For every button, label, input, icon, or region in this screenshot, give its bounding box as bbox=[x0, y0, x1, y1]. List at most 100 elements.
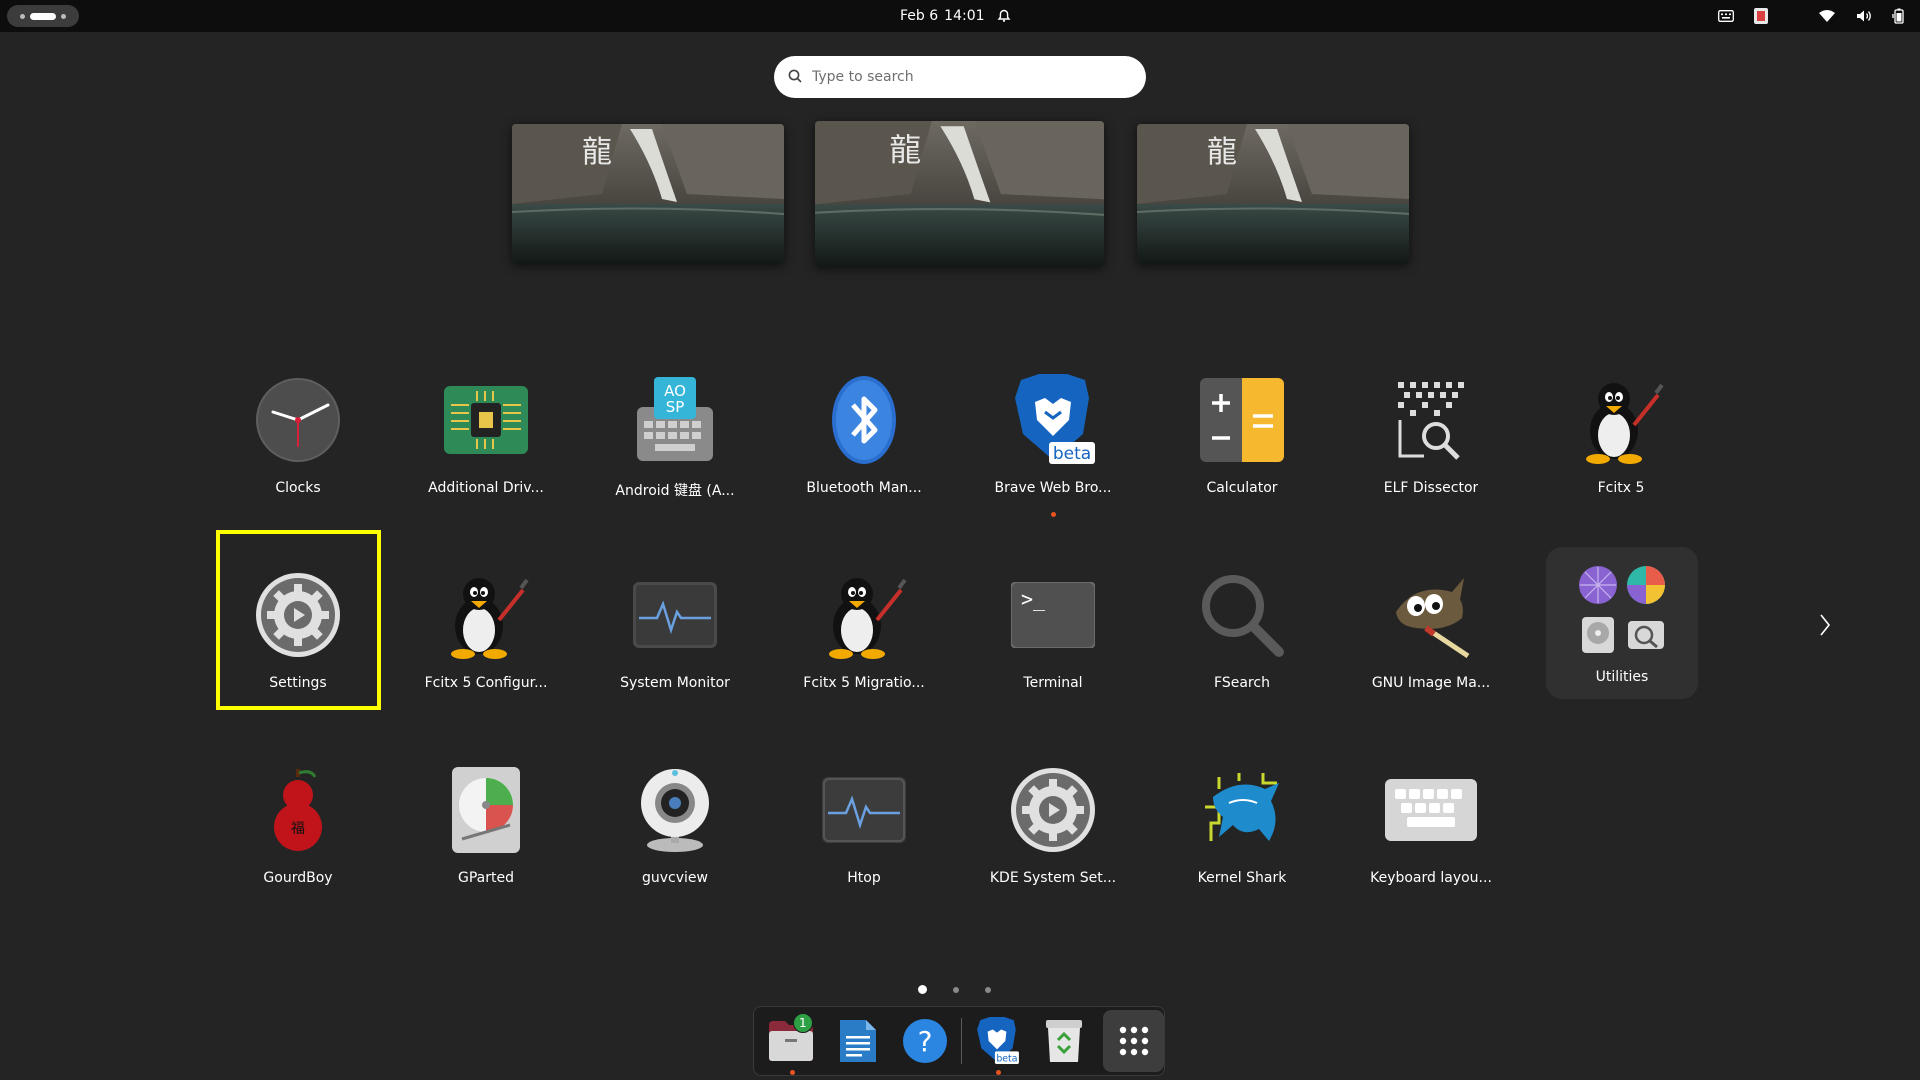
app-gimp[interactable]: GNU Image Ma... bbox=[1356, 557, 1506, 717]
app-settings[interactable]: Settings bbox=[223, 557, 373, 717]
app-kernel-shark[interactable]: Kernel Shark bbox=[1167, 752, 1317, 912]
tux-icon bbox=[816, 567, 912, 663]
page-dot-2[interactable] bbox=[953, 986, 959, 993]
battery-icon[interactable] bbox=[1892, 8, 1906, 24]
app-guvcview[interactable]: guvcview bbox=[600, 752, 750, 912]
running-indicator bbox=[1051, 512, 1056, 517]
app-gparted[interactable]: GParted bbox=[411, 752, 561, 912]
gimp-icon bbox=[1383, 567, 1479, 663]
gourd-icon: 福 bbox=[250, 762, 346, 858]
app-label: Calculator bbox=[1206, 480, 1278, 496]
running-indicator bbox=[790, 1070, 795, 1075]
dock-item-trash[interactable] bbox=[1036, 1011, 1091, 1071]
app-keyboard-layout[interactable]: Keyboard layou... bbox=[1356, 752, 1506, 912]
app-fcitx5-configuration[interactable]: Fcitx 5 Configur... bbox=[411, 557, 561, 717]
tux-icon bbox=[438, 567, 534, 663]
app-fcitx5[interactable]: Fcitx 5 bbox=[1546, 362, 1696, 522]
document-icon bbox=[840, 1020, 877, 1062]
app-grid-icon bbox=[1119, 1026, 1148, 1056]
activities-button[interactable] bbox=[7, 5, 79, 27]
dock-item-files[interactable]: 1 bbox=[764, 1011, 819, 1075]
workspace-thumbnail-1[interactable]: 龍 bbox=[512, 124, 784, 264]
date-label: Feb 6 bbox=[900, 8, 939, 24]
bluetooth-icon bbox=[816, 372, 912, 468]
wifi-icon[interactable] bbox=[1818, 9, 1836, 23]
app-label: Android 键盘 (A... bbox=[615, 483, 735, 499]
app-label: Brave Web Bro... bbox=[994, 480, 1112, 496]
app-label: Fcitx 5 bbox=[1597, 480, 1645, 496]
next-page-arrow[interactable] bbox=[1815, 605, 1835, 645]
aosp-keyboard-icon: AO SP bbox=[627, 372, 723, 468]
app-fcitx5-migration[interactable]: Fcitx 5 Migratio... bbox=[789, 557, 939, 717]
system-tray[interactable] bbox=[1718, 0, 1906, 32]
folder-label: Utilities bbox=[1595, 669, 1649, 685]
page-indicator bbox=[918, 985, 991, 994]
app-android-keyboard[interactable]: AO SP Android 键盘 (A... bbox=[600, 362, 750, 522]
dock-item-brave-beta[interactable]: beta bbox=[970, 1011, 1025, 1075]
date-time-menu[interactable]: Feb 6 14:01 bbox=[900, 0, 1011, 32]
app-label: Fcitx 5 Migratio... bbox=[803, 675, 925, 691]
app-calculator[interactable]: Calculator bbox=[1167, 362, 1317, 522]
app-label: GNU Image Ma... bbox=[1371, 675, 1491, 691]
brave-beta-icon: beta bbox=[977, 1017, 1019, 1064]
app-label: Clocks bbox=[275, 480, 321, 496]
svg-text:beta: beta bbox=[1053, 444, 1091, 464]
webcam-icon bbox=[627, 762, 723, 858]
search-input[interactable] bbox=[812, 69, 1112, 85]
app-label: Terminal bbox=[1023, 675, 1083, 691]
app-label: System Monitor bbox=[620, 675, 730, 691]
app-label: GourdBoy bbox=[263, 870, 333, 886]
app-label: Htop bbox=[847, 870, 881, 886]
system-monitor-icon bbox=[627, 567, 723, 663]
disk-icon bbox=[1582, 617, 1614, 653]
trash-icon bbox=[1045, 1020, 1082, 1062]
app-clocks[interactable]: Clocks bbox=[223, 362, 373, 522]
colorful-sphere-icon bbox=[1579, 566, 1617, 604]
tux-icon bbox=[1573, 372, 1669, 468]
top-bar: Feb 6 14:01 bbox=[0, 0, 1920, 32]
app-system-monitor[interactable]: System Monitor bbox=[600, 557, 750, 717]
app-gourdboy[interactable]: 福 GourdBoy bbox=[223, 752, 373, 912]
app-fsearch[interactable]: FSearch bbox=[1167, 557, 1317, 717]
workspace-dot bbox=[20, 13, 25, 19]
app-label: Additional Driv... bbox=[428, 480, 544, 496]
svg-text:龍: 龍 bbox=[1207, 135, 1237, 170]
app-label: GParted bbox=[458, 870, 514, 886]
svg-text:SP: SP bbox=[666, 398, 685, 416]
app-terminal[interactable]: >_ Terminal bbox=[978, 557, 1128, 717]
kde-gear-icon bbox=[1005, 762, 1101, 858]
page-dot-3[interactable] bbox=[985, 986, 991, 993]
chip-icon bbox=[438, 372, 534, 468]
app-bluetooth-manager[interactable]: Bluetooth Man... bbox=[789, 362, 939, 522]
show-apps-button[interactable] bbox=[1103, 1010, 1165, 1072]
volume-icon[interactable] bbox=[1856, 9, 1872, 23]
app-elf-dissector[interactable]: ELF Dissector bbox=[1356, 362, 1506, 522]
kernelshark-icon bbox=[1194, 762, 1290, 858]
gparted-icon bbox=[438, 762, 534, 858]
app-brave-browser[interactable]: beta Brave Web Bro... bbox=[978, 362, 1128, 522]
svg-text:?: ? bbox=[918, 1025, 933, 1058]
app-kde-system-settings[interactable]: KDE System Set... bbox=[978, 752, 1128, 912]
dock-item-help[interactable]: ? bbox=[898, 1011, 953, 1071]
svg-text:>_: >_ bbox=[1021, 587, 1046, 611]
workspace-thumbnail-3[interactable]: 龍 bbox=[1137, 124, 1409, 264]
dock-item-text-editor[interactable] bbox=[831, 1011, 886, 1071]
active-workspace-pill bbox=[30, 12, 56, 20]
app-label: Settings bbox=[269, 675, 327, 691]
app-label: KDE System Set... bbox=[989, 870, 1117, 886]
app-additional-drivers[interactable]: Additional Driv... bbox=[411, 362, 561, 522]
app-label: ELF Dissector bbox=[1383, 480, 1479, 496]
svg-text:福: 福 bbox=[291, 821, 305, 837]
search-bar[interactable] bbox=[774, 56, 1146, 98]
app-htop[interactable]: Htop bbox=[789, 752, 939, 912]
app-label: Bluetooth Man... bbox=[806, 480, 922, 496]
brave-beta-icon: beta bbox=[1005, 372, 1101, 468]
folder-utilities[interactable]: Utilities bbox=[1546, 547, 1698, 699]
time-label: 14:01 bbox=[944, 8, 985, 24]
app-label: Keyboard layou... bbox=[1370, 870, 1492, 886]
keyboard-icon[interactable] bbox=[1718, 10, 1734, 22]
svg-text:龍: 龍 bbox=[889, 133, 921, 169]
fcitx-indicator-icon[interactable] bbox=[1754, 8, 1768, 24]
workspace-thumbnail-2[interactable]: 龍 bbox=[815, 121, 1104, 267]
page-dot-1[interactable] bbox=[918, 985, 927, 994]
